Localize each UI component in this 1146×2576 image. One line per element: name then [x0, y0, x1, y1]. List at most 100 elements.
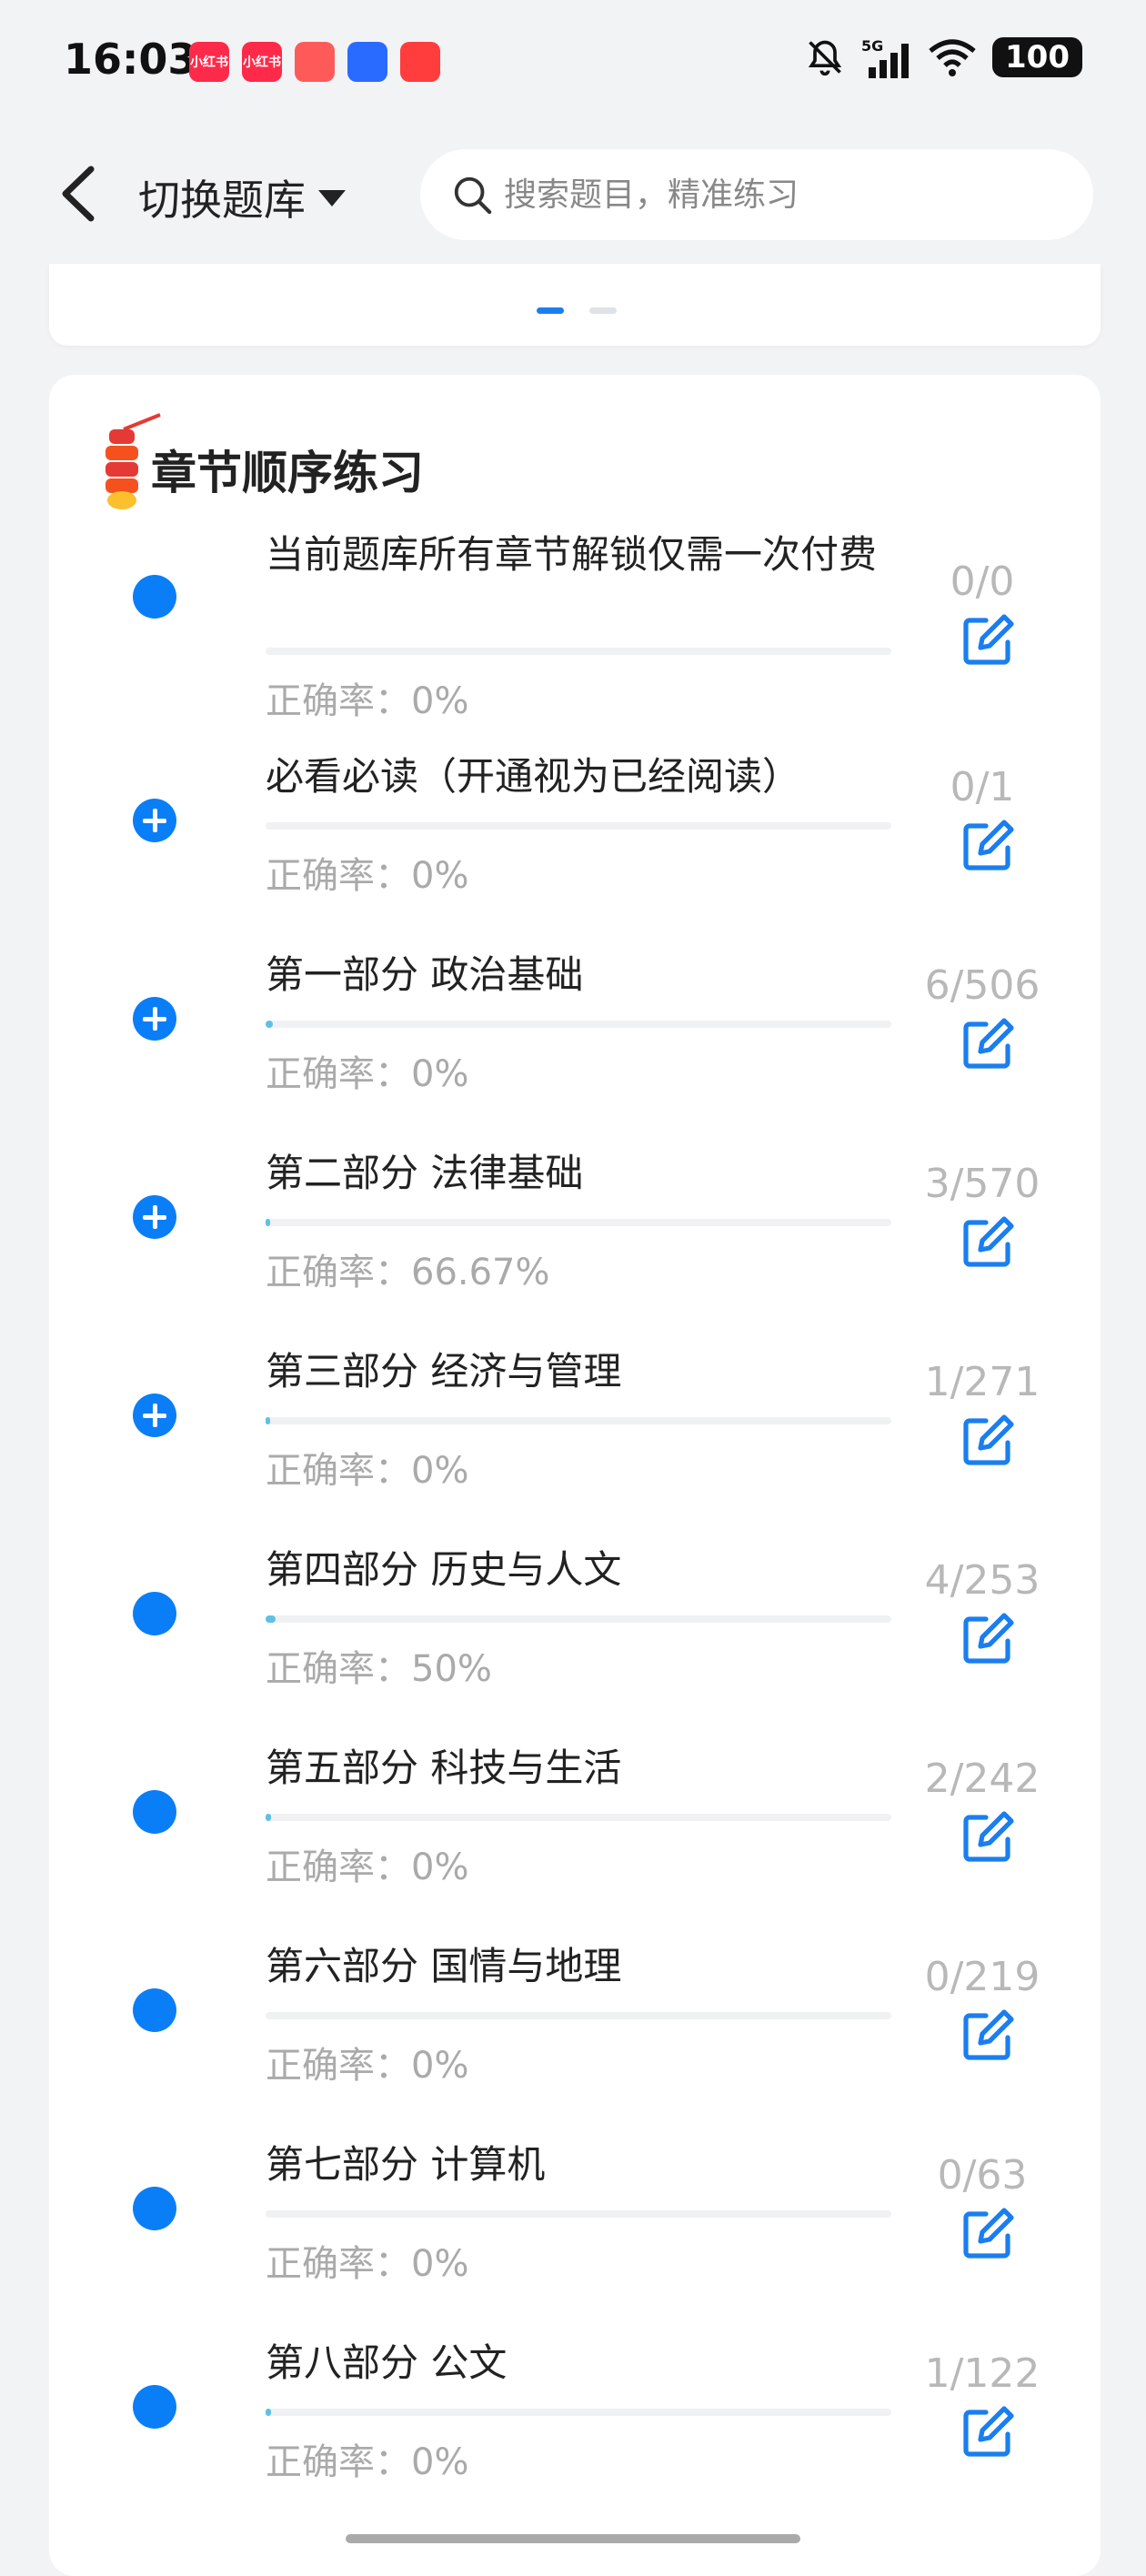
- notification-app-icon: 小红书: [242, 42, 282, 82]
- edit-icon[interactable]: [960, 1810, 1015, 1865]
- chapter-accuracy: 正确率：0%: [266, 1846, 469, 1888]
- chapter-dot-icon: [133, 1988, 176, 2032]
- chapter-accuracy: 正确率：0%: [266, 855, 469, 897]
- banner-card: [49, 264, 1101, 346]
- chapter-practice-card: 章节顺序练习 当前题库所有章节解锁仅需一次付费 正确率：0% 0/0 必看必读（开通视…: [49, 375, 1101, 2576]
- chapter-row[interactable]: 第五部分 科技与生活 正确率：0% 2/242: [49, 1745, 1101, 1943]
- chapter-progress-bar: [266, 1615, 891, 1623]
- wifi-icon: [929, 39, 976, 76]
- chapter-row[interactable]: 第一部分 政治基础 正确率：0% 6/506: [49, 951, 1101, 1150]
- chapter-row[interactable]: 第三部分 经济与管理 正确率：0% 1/271: [49, 1348, 1101, 1546]
- edit-icon[interactable]: [960, 613, 1015, 668]
- chapter-progress-bar: [266, 1417, 891, 1424]
- chapter-title: 第二部分 法律基础: [266, 1151, 584, 1195]
- expand-plus-icon[interactable]: [133, 1394, 176, 1437]
- edit-icon[interactable]: [960, 2405, 1015, 2460]
- chapter-progress-fill: [266, 1615, 276, 1623]
- chapter-progress-bar: [266, 2012, 891, 2019]
- edit-icon[interactable]: [960, 1414, 1015, 1468]
- chapter-title: 第七部分 计算机: [266, 2142, 546, 2187]
- chapter-count: 1/122: [924, 2350, 1040, 2397]
- chapter-accuracy: 正确率：66.67%: [266, 1252, 550, 1293]
- svg-text:5G: 5G: [861, 37, 883, 55]
- back-arrow-icon[interactable]: [51, 162, 106, 226]
- chapter-accuracy: 正确率：50%: [266, 1648, 492, 1690]
- chapter-row[interactable]: 第七部分 计算机 正确率：0% 0/63: [49, 2141, 1101, 2340]
- caret-down-icon: [318, 190, 346, 206]
- chapter-row[interactable]: 当前题库所有章节解锁仅需一次付费 正确率：0% 0/0: [49, 531, 1101, 753]
- chapter-count: 1/271: [924, 1359, 1040, 1405]
- chapter-progress-bar: [266, 648, 891, 655]
- status-time: 16:03: [64, 35, 197, 84]
- expand-plus-icon[interactable]: [133, 799, 176, 842]
- status-bar: 16:03 小红书 小红书 5G 100: [0, 0, 1146, 127]
- battery-indicator: 100: [992, 37, 1082, 77]
- expand-plus-icon[interactable]: [133, 997, 176, 1041]
- chapter-title: 第六部分 国情与地理: [266, 1944, 622, 1988]
- switch-question-bank-button[interactable]: 切换题库: [138, 167, 347, 227]
- chapter-accuracy: 正确率：0%: [266, 1450, 469, 1492]
- chapter-count: 0/219: [924, 1954, 1040, 2000]
- chapter-progress-bar: [266, 1814, 891, 1821]
- chapter-dot-icon: [133, 575, 176, 619]
- home-indicator[interactable]: [346, 2534, 800, 2543]
- carousel-indicator: [537, 307, 617, 314]
- search-bar[interactable]: [420, 149, 1093, 240]
- edit-icon[interactable]: [960, 2207, 1015, 2261]
- notification-app-icons: 小红书 小红书: [189, 42, 440, 82]
- chapter-progress-fill: [266, 1814, 271, 1821]
- chapter-accuracy: 正确率：0%: [266, 2441, 469, 2483]
- edit-icon[interactable]: [960, 819, 1015, 873]
- header: 切换题库: [0, 127, 1146, 264]
- carousel-dot-active[interactable]: [537, 307, 564, 314]
- chapter-row[interactable]: 第六部分 国情与地理 正确率：0% 0/219: [49, 1943, 1101, 2141]
- chapter-title: 当前题库所有章节解锁仅需一次付费: [266, 532, 878, 577]
- chapter-row[interactable]: 第二部分 法律基础 正确率：66.67% 3/570: [49, 1150, 1101, 1348]
- notification-app-icon: [400, 42, 440, 82]
- chapter-row[interactable]: 第四部分 历史与人文 正确率：50% 4/253: [49, 1546, 1101, 1745]
- chapter-dot-icon: [133, 2187, 176, 2230]
- edit-icon[interactable]: [960, 1612, 1015, 1666]
- notification-app-icon: [347, 42, 387, 82]
- chapter-progress-fill: [266, 1417, 270, 1424]
- notification-app-icon: 小红书: [189, 42, 229, 82]
- chapter-dot-icon: [133, 2385, 176, 2429]
- chapter-count: 0/63: [937, 2152, 1028, 2199]
- status-indicators: 5G 100: [805, 36, 1082, 78]
- chapter-count: 3/570: [924, 1161, 1040, 1207]
- chapter-accuracy: 正确率：0%: [266, 2045, 469, 2087]
- cellular-signal-icon: 5G: [861, 37, 910, 78]
- chapter-dot-icon: [133, 1592, 176, 1635]
- edit-icon[interactable]: [960, 2008, 1015, 2063]
- notification-app-icon: [295, 42, 335, 82]
- chapter-progress-bar: [266, 2210, 891, 2218]
- chapter-title: 必看必读（开通视为已经阅读）: [266, 754, 801, 799]
- chapter-progress-bar: [266, 822, 891, 830]
- chapter-list: 当前题库所有章节解锁仅需一次付费 正确率：0% 0/0 必看必读（开通视为已经阅读） 正…: [49, 531, 1101, 2538]
- chapter-progress-fill: [266, 1219, 270, 1226]
- chapter-row[interactable]: 必看必读（开通视为已经阅读） 正确率：0% 0/1: [49, 753, 1101, 951]
- chapter-progress-fill: [266, 2409, 271, 2416]
- chapter-dot-icon: [133, 1790, 176, 1834]
- edit-icon[interactable]: [960, 1017, 1015, 1072]
- chapter-count: 0/1: [950, 764, 1015, 810]
- chapter-accuracy: 正确率：0%: [266, 2243, 469, 2285]
- search-input[interactable]: [502, 175, 1051, 215]
- switch-question-bank-label: 切换题库: [138, 176, 306, 225]
- carousel-dot-inactive[interactable]: [589, 307, 617, 314]
- edit-icon[interactable]: [960, 1215, 1015, 1270]
- chapter-progress-bar: [266, 1219, 891, 1226]
- chapter-title: 第一部分 政治基础: [266, 952, 584, 997]
- chapter-title: 第三部分 经济与管理: [266, 1349, 622, 1394]
- chapter-title: 第八部分 公文: [266, 2340, 508, 2385]
- expand-plus-icon[interactable]: [133, 1195, 176, 1239]
- card-title: 章节顺序练习: [151, 447, 424, 499]
- chapter-progress-fill: [266, 1021, 274, 1028]
- chapter-progress-bar: [266, 1021, 891, 1028]
- bell-muted-icon: [808, 40, 842, 76]
- chapter-progress-bar: [266, 2409, 891, 2416]
- chapter-row[interactable]: 第八部分 公文 正确率：0% 1/122: [49, 2340, 1101, 2538]
- chapter-accuracy: 正确率：0%: [266, 680, 469, 722]
- chapter-count: 4/253: [924, 1557, 1040, 1604]
- chapter-accuracy: 正确率：0%: [266, 1053, 469, 1095]
